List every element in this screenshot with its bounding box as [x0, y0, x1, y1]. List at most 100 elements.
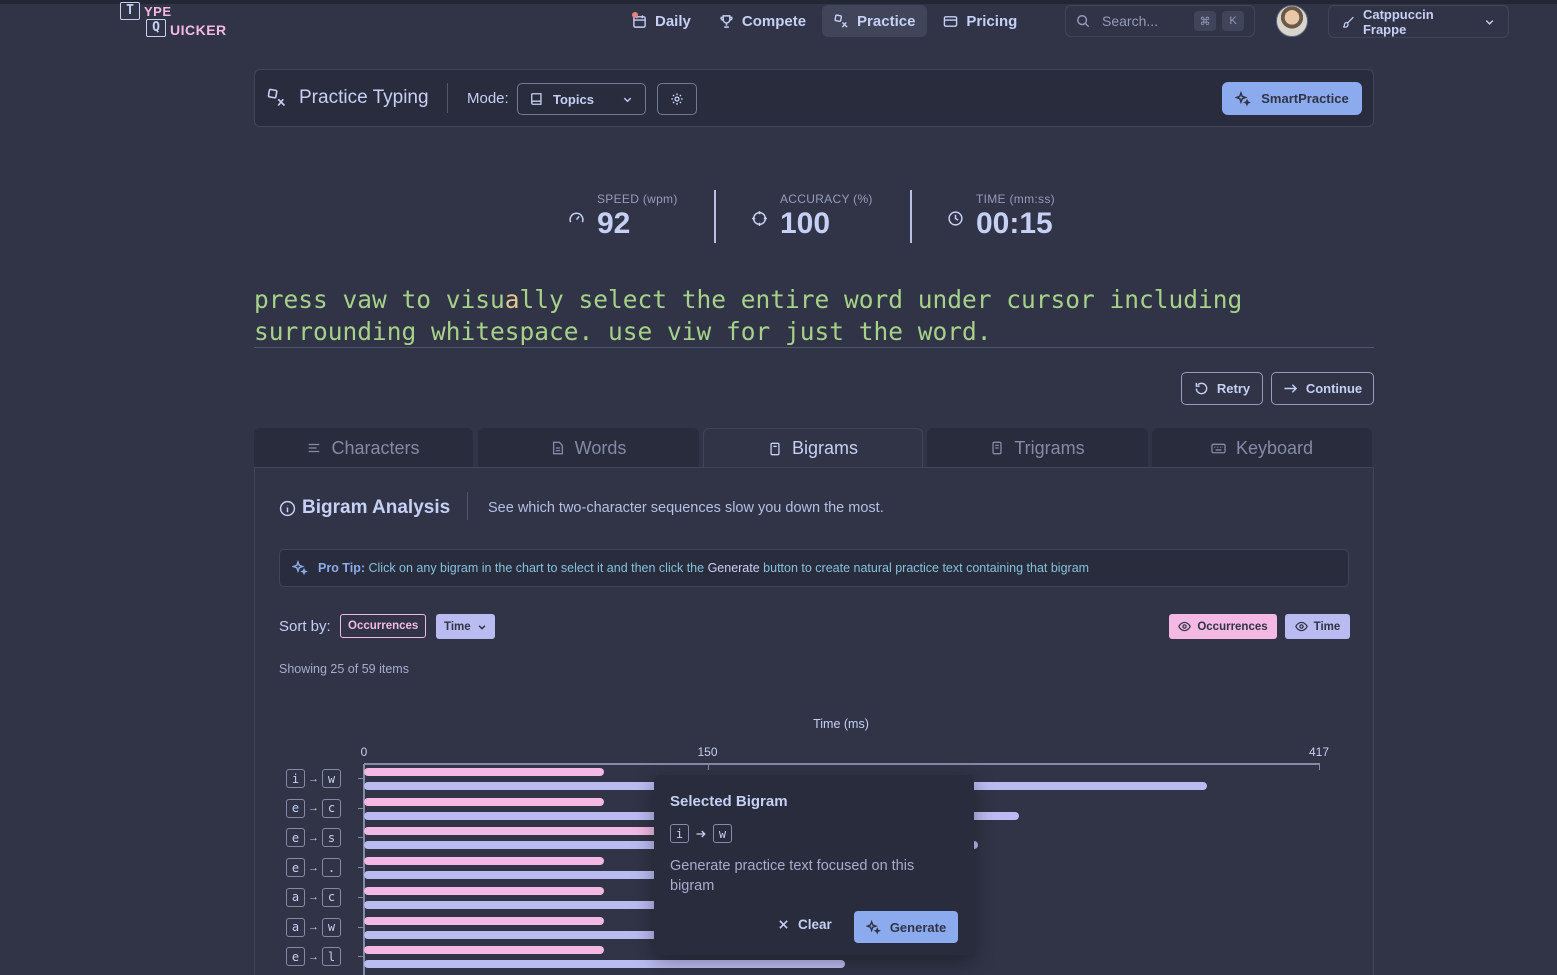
typed-text: press vaw to visu [254, 285, 505, 314]
toggle-time-label: Time [1313, 620, 1341, 633]
bigram-key-to: s [322, 828, 341, 848]
bigram-label[interactable]: e → c [286, 798, 341, 818]
nav-practice[interactable]: Practice [822, 5, 928, 37]
clock-icon [948, 211, 963, 226]
toggle-time-button[interactable]: Time [1285, 614, 1350, 639]
occurrences-bar[interactable] [364, 827, 662, 836]
analysis-title: Bigram Analysis [279, 497, 450, 519]
arrow-right-icon: → [308, 861, 319, 874]
toggle-occurrences-button[interactable]: Occurrences [1169, 614, 1277, 639]
sparkles-icon [292, 560, 308, 576]
crosshair-icon [752, 211, 767, 226]
kbd-cmd: ⌘ [1194, 11, 1216, 31]
generate-label: Generate [889, 919, 947, 935]
logo-key-q: Q [146, 19, 166, 37]
pro-tip: Pro Tip: Click on any bigram in the char… [279, 549, 1349, 587]
arrow-right-icon: → [308, 921, 319, 933]
bigram-key-to: w [322, 769, 341, 788]
mode-select[interactable]: Topics [517, 83, 646, 115]
tab-characters[interactable]: Characters [254, 428, 473, 468]
tab-words[interactable]: Words [478, 428, 699, 468]
search-placeholder: Search... [1102, 13, 1159, 29]
typing-text[interactable]: press vaw to visually select the entire … [254, 284, 1374, 348]
generate-button[interactable]: Generate [854, 911, 958, 943]
typequicker-logo[interactable]: T YPE Q UICKER [120, 2, 230, 42]
sort-occurrences-button[interactable]: Occurrences [340, 614, 427, 638]
bigram-key-to: c [322, 798, 341, 818]
time-label: TIME (mm:ss) [976, 192, 1055, 206]
top-border [0, 0, 1557, 4]
continue-button[interactable]: Continue [1271, 372, 1374, 405]
y-tick [358, 807, 364, 809]
nav-pricing[interactable]: Pricing [931, 5, 1029, 37]
tab-keyboard-label: Keyboard [1235, 437, 1314, 458]
time-bar[interactable] [364, 960, 845, 969]
y-tick [358, 837, 364, 839]
toggle-occurrences-label: Occurrences [1197, 620, 1268, 633]
bigram-key-to: c [322, 887, 341, 907]
analysis-title-text: Bigram Analysis [302, 497, 451, 518]
popover-title: Selected Bigram [670, 793, 788, 810]
bigram-label[interactable]: e → s [286, 828, 341, 848]
occurrences-bar[interactable] [364, 768, 605, 776]
nav-pricing-label: Pricing [966, 12, 1018, 30]
occurrences-bar[interactable] [364, 886, 605, 895]
arrow-right-icon: → [308, 891, 319, 904]
occurrences-bar[interactable] [364, 916, 605, 925]
arrow-right-icon: → [308, 772, 319, 785]
bigram-label[interactable]: e → l [286, 947, 341, 967]
credit-card-icon [944, 15, 958, 27]
tip-generate: Generate [707, 561, 760, 575]
info-icon[interactable] [279, 500, 296, 517]
tab-keyboard[interactable]: Keyboard [1152, 428, 1372, 468]
bigram-key-from: i [286, 769, 305, 788]
mode-value: Topics [553, 91, 594, 107]
bigram-label[interactable]: e →. [286, 858, 341, 878]
bigram-label[interactable]: a → w [286, 917, 341, 937]
occurrences-bar[interactable] [364, 797, 605, 806]
selected-bigram-popover: Selected Bigram i w Generate practice te… [654, 775, 974, 955]
tab-bigrams-label: Bigrams [791, 438, 858, 458]
bigram-label[interactable]: a → c [286, 887, 341, 907]
main-nav: Daily Compete Practice Pricing [620, 5, 1029, 37]
sort-time-button[interactable]: Time [436, 614, 495, 639]
user-avatar[interactable] [1276, 5, 1308, 37]
bigram-label[interactable]: i → w [286, 769, 341, 788]
nav-practice-label: Practice [857, 12, 916, 30]
smartpractice-button[interactable]: SmartPractice [1222, 82, 1362, 115]
analysis-description: See which two-character sequences slow y… [488, 500, 884, 516]
bigram-key-from: e [286, 858, 305, 878]
sparkles-icon [1235, 90, 1252, 106]
sort-label: Sort by: [279, 618, 331, 635]
chevron-down-icon [478, 624, 486, 630]
logo-text-ype: YPE [144, 4, 172, 19]
divider [467, 492, 468, 520]
bigram-key-to: w [713, 824, 732, 843]
practice-icon [267, 88, 286, 107]
nav-daily[interactable]: Daily [620, 5, 703, 37]
occurrences-bar[interactable] [364, 946, 605, 955]
occurrences-bar[interactable] [364, 857, 605, 866]
nav-compete-label: Compete [741, 12, 807, 30]
file-icon [992, 441, 1002, 455]
clear-button[interactable]: Clear [778, 917, 832, 932]
sort-time-label: Time [444, 620, 471, 633]
settings-button[interactable] [657, 83, 697, 115]
divider [447, 83, 448, 113]
search-box[interactable]: Search... ⌘ K [1065, 5, 1255, 37]
nav-compete[interactable]: Compete [707, 5, 818, 37]
trophy-icon [720, 14, 733, 28]
tip-prefix: Pro Tip: [318, 561, 365, 575]
arrow-right-icon [696, 830, 706, 837]
y-axis [363, 764, 365, 975]
continue-label: Continue [1305, 381, 1363, 396]
tab-bigrams[interactable]: Bigrams [703, 428, 923, 468]
retry-button[interactable]: Retry [1181, 372, 1263, 405]
tab-trigrams[interactable]: Trigrams [927, 428, 1148, 468]
bigram-key-to: w [322, 917, 341, 937]
theme-selector[interactable]: Catppuccin Frappe [1328, 5, 1509, 38]
speed-value: 92 [597, 207, 631, 240]
selected-bigram: i w [670, 824, 732, 843]
page-title-text: Practice Typing [299, 87, 429, 108]
tab-characters-label: Characters [331, 437, 420, 458]
